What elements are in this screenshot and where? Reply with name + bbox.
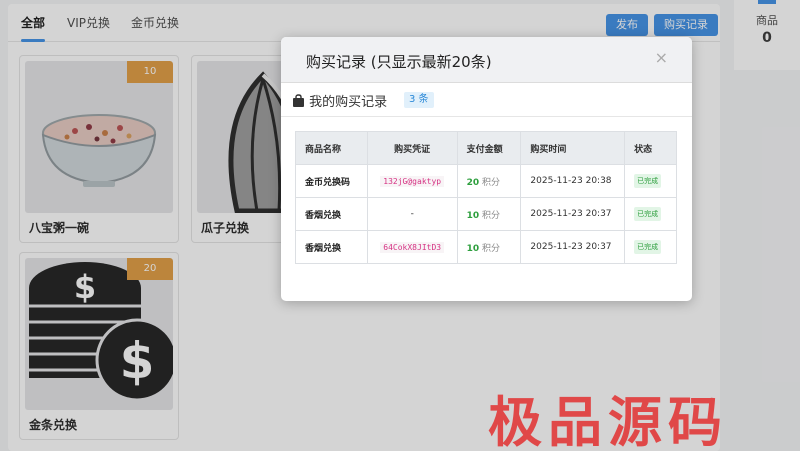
record-count-badge: 3 条 [404,92,434,108]
amount-value: 10 [466,243,480,254]
column-header-status: 状态 [624,131,677,165]
amount-value: 10 [466,210,480,221]
close-icon[interactable]: × [655,48,668,67]
cell-status: 已完成 [624,230,677,264]
cell-name: 香烟兑换 [295,230,368,264]
table-row: 香烟兑换 64CokX8JItD3 10 积分 2025-11-23 20:37… [295,230,677,264]
cell-code[interactable]: 132jG@gaktyp [366,164,458,198]
divider [281,116,692,117]
cell-name: 香烟兑换 [295,197,368,231]
cell-name: 金币兑换码 [295,164,368,198]
watermark-text: 极品源码 [488,391,728,451]
cell-amount: 10 积分 [456,197,522,231]
column-header-name: 商品名称 [295,131,368,165]
amount-unit: 积分 [482,210,501,221]
column-header-amount: 支付金额 [456,131,522,165]
amount-unit: 积分 [482,177,501,188]
amount-value: 20 [466,177,480,188]
records-subtitle: 我的购买记录 [292,91,387,110]
amount-unit: 积分 [482,243,501,254]
table-row: 金币兑换码 132jG@gaktyp 20 积分 2025-11-23 20:3… [295,164,677,198]
cell-time: 2025-11-23 20:37 [520,230,626,264]
column-header-time: 购买时间 [520,131,626,165]
cell-amount: 10 积分 [456,230,522,264]
cell-time: 2025-11-23 20:37 [520,197,626,231]
table-row: 香烟兑换 - 10 积分 2025-11-23 20:37 已完成 [295,197,677,231]
modal-title: 购买记录 (只显示最新20条) [306,53,492,71]
cell-code[interactable]: 64CokX8JItD3 [366,230,458,264]
purchase-records-modal: 购买记录 (只显示最新20条) × 我的购买记录 3 条 商品名称 购买凭证 支… [281,37,692,301]
shopping-bag-icon [293,94,304,107]
column-header-code: 购买凭证 [366,131,458,165]
records-table: 商品名称 购买凭证 支付金额 购买时间 状态 金币兑换码 132jG@gakty… [295,131,677,264]
status-badge: 已完成 [634,240,662,254]
code-text[interactable]: 64CokX8JItD3 [380,241,445,253]
cell-status: 已完成 [624,197,677,231]
code-text[interactable]: 132jG@gaktyp [380,175,445,187]
records-subtitle-text: 我的购买记录 [309,95,388,110]
cell-time: 2025-11-23 20:38 [520,164,626,198]
cell-amount: 20 积分 [456,164,522,198]
status-badge: 已完成 [634,174,662,188]
status-badge: 已完成 [634,207,662,221]
cell-status: 已完成 [624,164,677,198]
cell-code: - [366,197,458,231]
table-header-row: 商品名称 购买凭证 支付金额 购买时间 状态 [295,131,677,165]
modal-header: 购买记录 (只显示最新20条) × [281,37,692,83]
